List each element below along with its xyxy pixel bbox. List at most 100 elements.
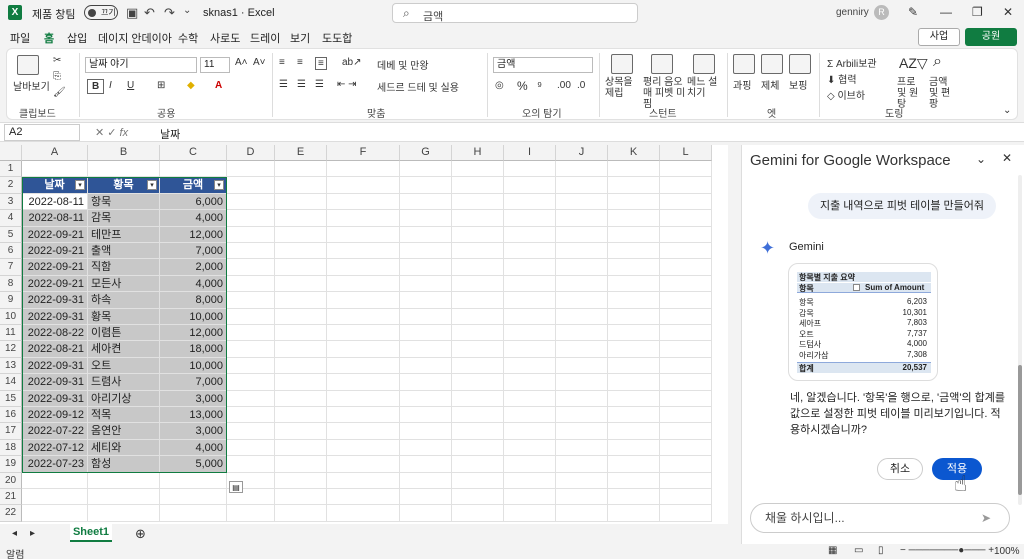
avatar[interactable]: R <box>874 5 889 20</box>
grid-cell[interactable] <box>227 275 275 293</box>
tab-home[interactable]: 홈 <box>44 30 55 50</box>
row-header[interactable]: 21 <box>0 489 22 506</box>
grid-cell[interactable] <box>608 423 660 440</box>
table-cell[interactable]: 2022-09-31 <box>22 357 88 375</box>
grid-cell[interactable] <box>22 505 88 522</box>
grid-cell[interactable] <box>400 226 452 243</box>
grid-cell[interactable] <box>608 357 660 375</box>
row-header[interactable]: 7 <box>0 259 22 276</box>
tab-view[interactable]: 보기 <box>290 30 310 46</box>
grid-cell[interactable] <box>556 341 608 358</box>
table-cell[interactable]: 7,000 <box>160 374 227 391</box>
table-cell[interactable]: 10,000 <box>160 308 227 325</box>
format-painter-icon[interactable]: 🖌 <box>53 87 66 98</box>
grid-cell[interactable] <box>608 161 660 178</box>
panel-scrollbar[interactable] <box>1018 175 1022 505</box>
grid-cell[interactable] <box>400 407 452 424</box>
redo-icon[interactable]: ↷ <box>164 5 175 21</box>
grid-cell[interactable] <box>327 308 400 325</box>
grid-cell[interactable] <box>660 390 712 407</box>
grid-cell[interactable] <box>608 489 660 506</box>
grid-cell[interactable] <box>327 489 400 506</box>
grid-cell[interactable] <box>504 407 556 424</box>
table-cell[interactable]: 4,000 <box>160 439 227 457</box>
table-header-cell[interactable]: 황목 ▾ <box>88 177 160 194</box>
name-box[interactable]: A2 <box>4 124 80 141</box>
grid-cell[interactable] <box>275 390 327 407</box>
grid-cell[interactable] <box>660 259 712 276</box>
share-button[interactable]: 공원 <box>965 28 1017 46</box>
cut-icon[interactable]: ✂ <box>53 55 61 66</box>
grid-cell[interactable] <box>660 226 712 243</box>
grid-cell[interactable] <box>608 456 660 473</box>
add-sheet-icon[interactable]: ⊕ <box>135 526 146 542</box>
grid-cell[interactable] <box>504 177 556 194</box>
autosave-toggle[interactable]: 끄기 <box>84 5 118 20</box>
grid-cell[interactable] <box>227 161 275 178</box>
restore-icon[interactable]: ❐ <box>972 5 983 19</box>
grid-cell[interactable] <box>327 193 400 211</box>
grid-cell[interactable] <box>452 456 504 473</box>
paste-icon[interactable] <box>17 55 39 75</box>
send-icon[interactable]: ➤ <box>981 511 991 525</box>
grid-cell[interactable] <box>275 489 327 506</box>
grid-cell[interactable] <box>400 472 452 489</box>
grid-cell[interactable] <box>400 456 452 473</box>
grid-cell[interactable] <box>504 292 556 309</box>
sheet-tab-sheet1[interactable]: Sheet1 <box>70 524 112 542</box>
table-cell[interactable]: 2022-08-22 <box>22 325 88 342</box>
grid-cell[interactable] <box>88 161 160 178</box>
grid-cell[interactable] <box>452 341 504 358</box>
normal-view-icon[interactable]: ▦ <box>828 545 837 556</box>
row-header[interactable]: 14 <box>0 374 22 391</box>
grid-cell[interactable] <box>556 210 608 227</box>
table-cell[interactable]: 2022-09-21 <box>22 259 88 276</box>
grid-cell[interactable] <box>556 423 608 440</box>
table-header-cell[interactable]: 날짜 ▾ <box>22 177 88 194</box>
table-cell[interactable]: 아리기상 <box>88 390 160 407</box>
table-cell[interactable]: 2022-08-21 <box>22 341 88 358</box>
grid-cell[interactable] <box>275 423 327 440</box>
grid-cell[interactable] <box>227 357 275 375</box>
clear-button[interactable]: ◇ 이브하 <box>827 87 865 102</box>
grid-cell[interactable] <box>504 423 556 440</box>
grid-cell[interactable] <box>327 357 400 375</box>
table-cell[interactable]: 13,000 <box>160 407 227 424</box>
grid-cell[interactable] <box>400 439 452 457</box>
tab-file[interactable]: 파일 <box>10 30 30 46</box>
grid-cell[interactable] <box>660 407 712 424</box>
grid-cell[interactable] <box>400 423 452 440</box>
table-cell[interactable]: 2022-09-21 <box>22 226 88 243</box>
insert-cells-button[interactable]: 과핑 <box>733 77 751 92</box>
grid-cell[interactable] <box>556 259 608 276</box>
table-cell[interactable]: 2,000 <box>160 259 227 276</box>
borders-icon[interactable]: ⊞ <box>157 80 165 91</box>
grid-cell[interactable] <box>556 226 608 243</box>
grid-cell[interactable] <box>275 292 327 309</box>
copy-icon[interactable]: ⎘ <box>53 71 61 82</box>
row-header[interactable]: 13 <box>0 357 22 375</box>
tab-review[interactable]: 드레이 <box>250 30 280 46</box>
grid-cell[interactable] <box>452 177 504 194</box>
grid-cell[interactable] <box>452 472 504 489</box>
grid-cell[interactable] <box>452 226 504 243</box>
grid-cell[interactable] <box>452 439 504 457</box>
table-cell[interactable]: 황목 <box>88 308 160 325</box>
autosum-button[interactable]: Σ Arbili보관 <box>827 55 877 70</box>
table-cell[interactable]: 3,000 <box>160 423 227 440</box>
grid-cell[interactable] <box>327 423 400 440</box>
grid-cell[interactable] <box>275 161 327 178</box>
grid-cell[interactable] <box>227 341 275 358</box>
grid-cell[interactable] <box>504 193 556 211</box>
row-header[interactable]: 2 <box>0 177 22 194</box>
column-header[interactable]: D <box>227 145 275 161</box>
delete-cells-icon[interactable] <box>761 54 783 74</box>
grid-cell[interactable] <box>660 439 712 457</box>
grid-cell[interactable] <box>504 210 556 227</box>
font-size-select[interactable]: 11 <box>200 57 230 73</box>
grid-cell[interactable] <box>227 210 275 227</box>
format-cells-icon[interactable] <box>789 54 811 74</box>
table-cell[interactable]: 세아켠 <box>88 341 160 358</box>
grid-cell[interactable] <box>608 259 660 276</box>
grid-cell[interactable] <box>400 325 452 342</box>
